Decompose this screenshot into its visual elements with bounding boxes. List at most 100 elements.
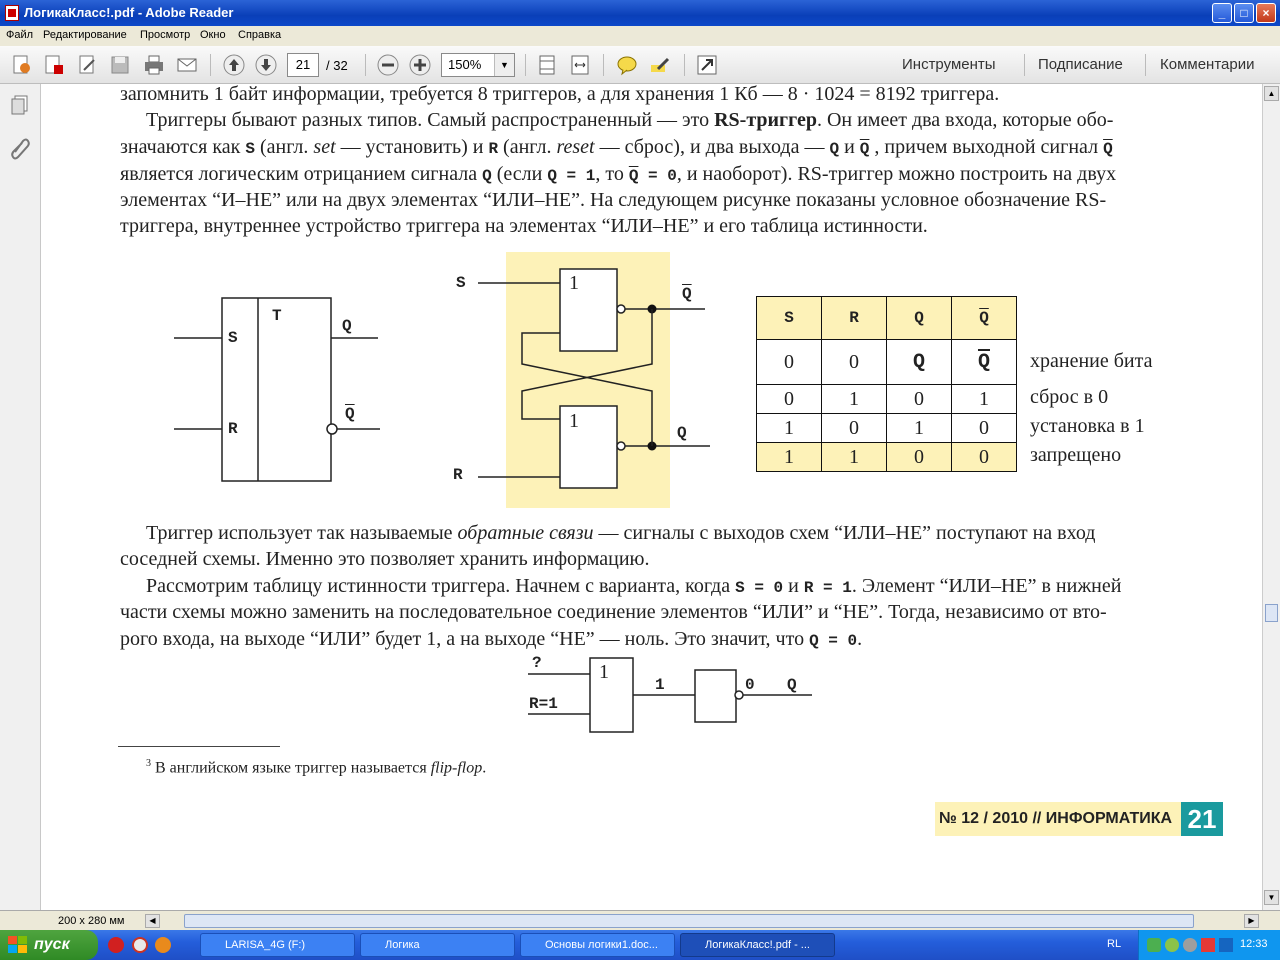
- quick-launch-icon[interactable]: [132, 937, 148, 953]
- table-header: Q: [951, 296, 1017, 340]
- table-cell: 0: [756, 339, 822, 385]
- table-note: хранение бита: [1030, 350, 1153, 372]
- output-q-label: Q: [677, 424, 687, 442]
- email-icon[interactable]: [175, 53, 199, 77]
- tray-icon[interactable]: [1147, 938, 1161, 952]
- full-screen-icon[interactable]: [695, 53, 719, 77]
- taskbar-item-folder[interactable]: Логика: [360, 933, 515, 957]
- paragraph-line: Триггеры бывают разных типов. Самый расп…: [146, 109, 1114, 131]
- toolbar: 21 / 32 150% ▼ Инструменты Подписание Ком…: [0, 46, 1280, 84]
- paragraph-line: Триггер использует так называемые обратн…: [146, 522, 1096, 544]
- save-icon[interactable]: [108, 53, 132, 77]
- truth-table: S R Q Q 0 0 Q Q 0 1 0 1 1 0 1 0 1 1 0 0: [756, 296, 1017, 472]
- pages-panel-icon[interactable]: [9, 94, 31, 116]
- gate-label: 1: [569, 272, 579, 294]
- table-cell: Q: [951, 339, 1017, 385]
- taskbar-item-word[interactable]: Основы логики1.doc...: [520, 933, 675, 957]
- next-page-icon[interactable]: [254, 53, 278, 77]
- comment-panel-button[interactable]: Комментарии: [1160, 56, 1254, 73]
- trigger-t-label: T: [272, 307, 282, 325]
- create-pdf-icon[interactable]: [10, 53, 34, 77]
- input-unknown-label: ?: [532, 654, 542, 672]
- navigation-pane: [0, 84, 41, 910]
- paragraph-line: триггера, внутреннее устройство триггера…: [120, 215, 928, 237]
- page-total: / 32: [326, 58, 348, 73]
- output-q-label: Q: [787, 676, 797, 694]
- quick-launch-icon[interactable]: [155, 937, 171, 953]
- tray-icon[interactable]: [1219, 938, 1233, 952]
- table-cell: 0: [951, 442, 1017, 472]
- scroll-thumb[interactable]: [184, 914, 1194, 928]
- language-indicator[interactable]: RL: [1107, 938, 1121, 950]
- menu-edit[interactable]: Редактирование: [43, 29, 127, 41]
- maximize-button[interactable]: □: [1234, 3, 1254, 23]
- table-header: Q: [886, 296, 952, 340]
- zoom-in-icon[interactable]: [408, 53, 432, 77]
- pdf-page: запомнить 1 байт информации, требуется 8…: [42, 84, 1262, 910]
- close-button[interactable]: ×: [1256, 3, 1276, 23]
- table-cell: 1: [886, 413, 952, 443]
- scroll-down-icon[interactable]: ▼: [1264, 890, 1279, 905]
- sign-panel-button[interactable]: Подписание: [1038, 56, 1123, 73]
- table-header: R: [821, 296, 887, 340]
- table-cell: 0: [821, 413, 887, 443]
- table-cell: 0: [886, 384, 952, 414]
- zoom-out-icon[interactable]: [376, 53, 400, 77]
- journal-title: № 12 / 2010 // ИНФОРМАТИКА: [939, 810, 1173, 827]
- tools-panel-button[interactable]: Инструменты: [902, 56, 996, 73]
- windows-logo-icon: [8, 936, 27, 953]
- table-cell: 1: [821, 384, 887, 414]
- scroll-up-icon[interactable]: ▲: [1264, 86, 1279, 101]
- scroll-thumb[interactable]: [1265, 604, 1278, 622]
- table-cell: 1: [756, 413, 822, 443]
- minimize-button[interactable]: _: [1212, 3, 1232, 23]
- menu-window[interactable]: Окно: [200, 29, 226, 41]
- page-number-input[interactable]: 21: [287, 53, 319, 77]
- prev-page-icon[interactable]: [222, 53, 246, 77]
- output-qbar-label: Q: [345, 405, 355, 423]
- scroll-right-icon[interactable]: ▶: [1244, 914, 1259, 928]
- combine-files-icon[interactable]: [42, 53, 66, 77]
- menu-help[interactable]: Справка: [238, 29, 281, 41]
- nor-trigger-circuit-diagram: [478, 252, 710, 508]
- text-line: запомнить 1 байт информации, требуется 8…: [120, 84, 1000, 105]
- start-label: пуск: [34, 936, 70, 953]
- output-qbar-label: Q: [682, 285, 692, 303]
- paragraph-line: соседней схемы. Именно это позволяет хра…: [120, 548, 650, 570]
- menu-view[interactable]: Просмотр: [140, 29, 190, 41]
- footnote: 3 В английском языке триггер называется …: [146, 758, 487, 777]
- zoom-select[interactable]: 150% ▼: [441, 53, 515, 77]
- edit-pdf-icon[interactable]: [76, 53, 100, 77]
- opera-icon[interactable]: [108, 937, 124, 953]
- paragraph-line: значаются как S (англ. set — установить)…: [120, 136, 1113, 158]
- clock[interactable]: 12:33: [1240, 938, 1268, 950]
- signal-label: 1: [655, 676, 665, 694]
- or-not-circuit-diagram: [528, 657, 812, 733]
- print-icon[interactable]: [142, 53, 166, 77]
- output-q-label: Q: [342, 317, 352, 335]
- scroll-left-icon[interactable]: ◀: [145, 914, 160, 928]
- tray-icon[interactable]: [1201, 938, 1215, 952]
- fit-width-icon[interactable]: [568, 53, 592, 77]
- taskbar-item-drive[interactable]: LARISA_4G (F:): [200, 933, 355, 957]
- chevron-down-icon[interactable]: ▼: [494, 54, 514, 76]
- page-size-label: 200 x 280 мм: [58, 915, 125, 927]
- input-r-label: R: [453, 466, 463, 484]
- attachments-paperclip-icon[interactable]: [9, 136, 31, 160]
- fit-page-icon[interactable]: [535, 53, 559, 77]
- menu-file[interactable]: Файл: [6, 29, 33, 41]
- tray-icon[interactable]: [1183, 938, 1197, 952]
- window-title: ЛогикаКласс!.pdf - Adobe Reader: [24, 5, 234, 20]
- taskbar-item-reader[interactable]: ЛогикаКласс!.pdf - ...: [680, 933, 835, 957]
- tray-icon[interactable]: [1165, 938, 1179, 952]
- start-button[interactable]: пуск: [0, 930, 98, 960]
- gate-label: 1: [569, 410, 579, 432]
- zoom-value: 150%: [448, 57, 482, 72]
- paragraph-line: Рассмотрим таблицу истинности триггера. …: [146, 575, 1122, 597]
- highlight-icon[interactable]: [648, 53, 672, 77]
- table-cell: 1: [821, 442, 887, 472]
- table-note: запрещено: [1030, 444, 1122, 466]
- vertical-scrollbar[interactable]: ▲ ▼: [1262, 84, 1280, 910]
- comment-icon[interactable]: [615, 53, 639, 77]
- table-cell: 0: [951, 413, 1017, 443]
